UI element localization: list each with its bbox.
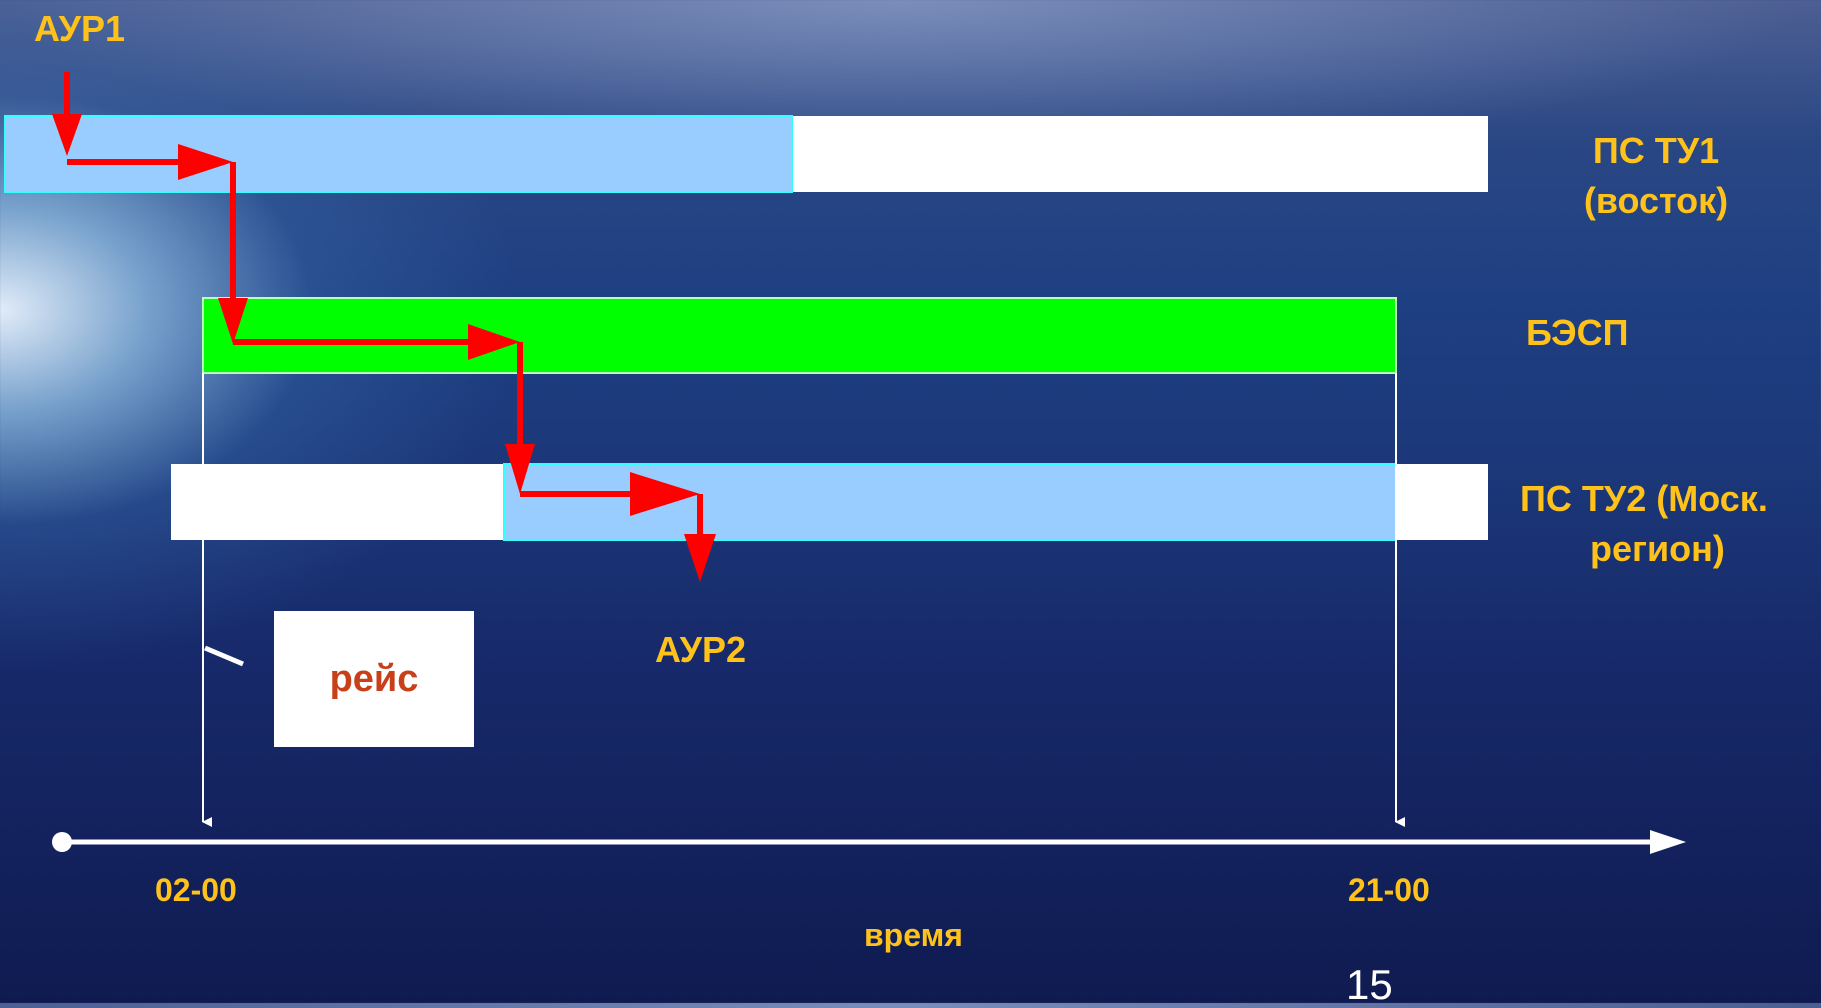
besp-label: БЭСП (1526, 312, 1629, 353)
flight-box: рейс (274, 611, 474, 747)
flight-pointer-line (204, 645, 244, 667)
flow-arrowhead-down-4 (684, 534, 716, 582)
ps-tu2-label-line1: ПС ТУ2 (Моск. (1520, 478, 1768, 519)
time-end-label: 21-00 (1348, 872, 1430, 908)
aur1-label: АУР1 (34, 8, 126, 49)
time-axis-arrowhead (1650, 830, 1686, 854)
page-number: 15 (1346, 961, 1393, 1008)
ps-tu1-label-line1: ПС ТУ1 (1592, 130, 1720, 171)
time-axis-label: время (864, 917, 963, 953)
time-axis-origin (52, 832, 72, 852)
ps-tu2-label: ПС ТУ2 (Моск. регион) (1520, 474, 1820, 574)
time-start-label: 02-00 (155, 872, 237, 908)
besp-bar (202, 297, 1397, 374)
aur2-label: АУР2 (655, 629, 747, 670)
ps-tu1-label: ПС ТУ1 (восток) (1540, 126, 1772, 226)
ps-tu1-active-segment (4, 115, 793, 193)
ps-tu2-label-line2: регион) (1590, 528, 1725, 569)
ps-tu1-label-line2: (восток) (1583, 180, 1729, 221)
flight-label: рейс (329, 657, 419, 700)
